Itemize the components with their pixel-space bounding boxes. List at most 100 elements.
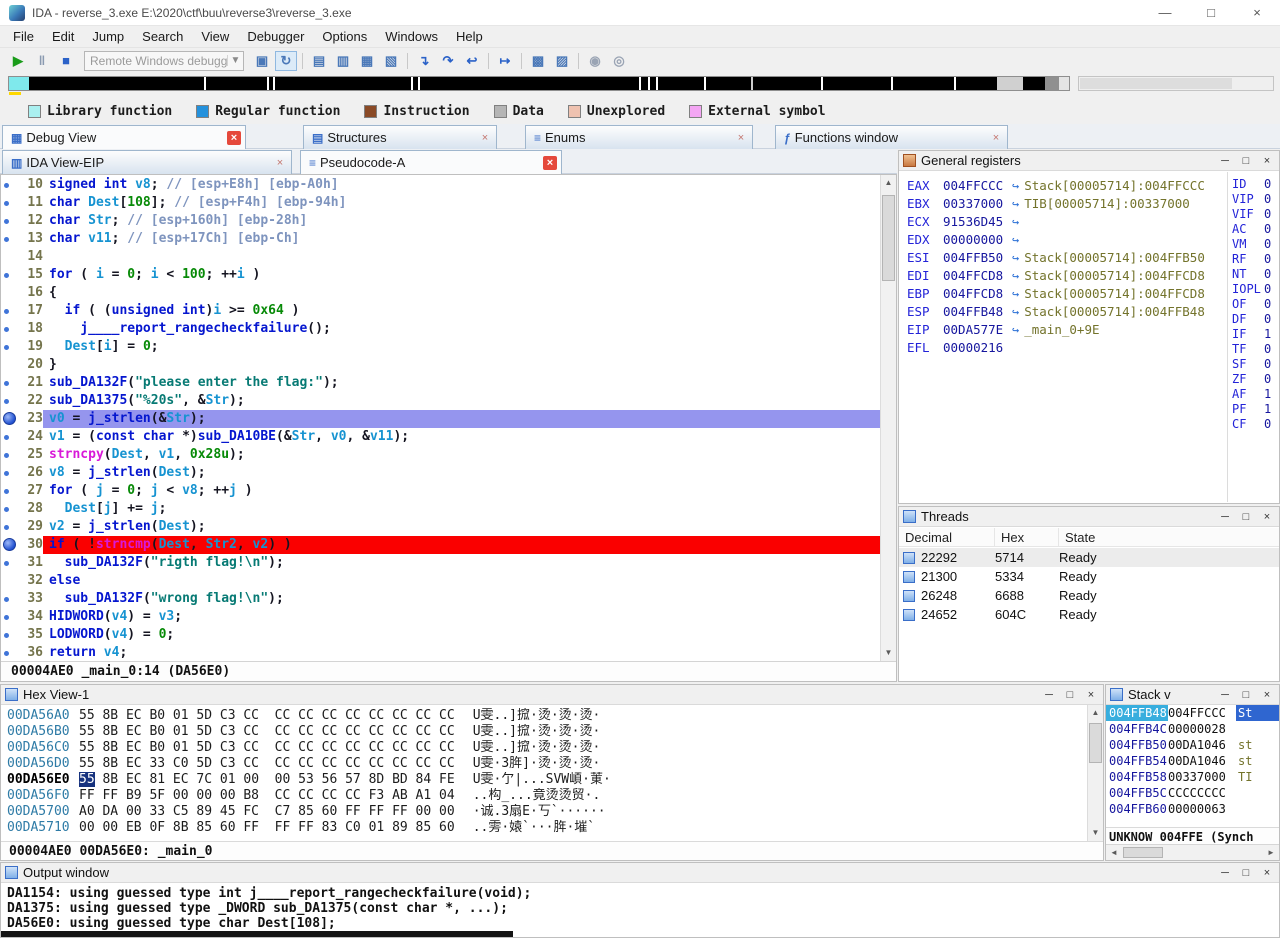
- output-minimize-button[interactable]: ─: [1217, 867, 1233, 879]
- flag-value[interactable]: 0: [1264, 312, 1271, 326]
- pseudocode-line[interactable]: 26 v8 = j_strlen(Dest);: [1, 464, 880, 482]
- hex-row[interactable]: 00DA56A0 55 8B EC B0 01 5D C3 CC CC CC CC…: [1, 708, 1087, 724]
- menu-item-help[interactable]: Help: [447, 27, 492, 46]
- hex-bytes[interactable]: A0 DA 00 33 C5 89 45 FC C7 85 60 FF FF F…: [79, 804, 455, 820]
- flag-value[interactable]: 0: [1264, 207, 1271, 221]
- close-tab-icon[interactable]: ×: [478, 131, 492, 145]
- hexview-close-button[interactable]: ×: [1083, 689, 1099, 701]
- pseudocode-line[interactable]: 36 return v4;: [1, 644, 880, 662]
- run-until-return-icon[interactable]: ↩: [461, 51, 483, 71]
- scroll-down-icon[interactable]: ▼: [1088, 825, 1103, 841]
- stack-close-button[interactable]: ×: [1259, 689, 1275, 701]
- pseudocode-line[interactable]: 14: [1, 248, 880, 266]
- flag-row[interactable]: SF 0: [1228, 357, 1279, 372]
- pseudocode-line[interactable]: 20}: [1, 356, 880, 374]
- navigation-band[interactable]: [8, 76, 1070, 91]
- jump-arrow-icon[interactable]: ↪: [1012, 305, 1019, 319]
- stack-row[interactable]: 004FFB48 004FFCCC St: [1106, 705, 1279, 721]
- stack-address[interactable]: 004FFB54: [1106, 753, 1168, 769]
- register-value[interactable]: 004FFCD8: [943, 285, 1007, 303]
- chevron-down-icon[interactable]: ▼: [227, 55, 243, 66]
- flag-row[interactable]: IF 1: [1228, 327, 1279, 342]
- register-row[interactable]: ECX 91536D45 ↪: [899, 213, 1227, 231]
- flag-value[interactable]: 0: [1264, 417, 1271, 431]
- register-row[interactable]: EAX 004FFCCC ↪ Stack[00005714]:004FFCCC: [899, 177, 1227, 195]
- flag-row[interactable]: IOPL 0: [1228, 282, 1279, 297]
- menu-item-debugger[interactable]: Debugger: [238, 27, 313, 46]
- hexview-minimize-button[interactable]: ─: [1041, 689, 1057, 701]
- scroll-thumb[interactable]: [1089, 723, 1102, 763]
- register-row[interactable]: ESI 004FFB50 ↪ Stack[00005714]:004FFB50: [899, 249, 1227, 267]
- continue-process-icon[interactable]: ▶: [7, 51, 29, 71]
- stack-row[interactable]: 004FFB60 00000063: [1106, 801, 1279, 817]
- register-row[interactable]: EDX 00000000 ↪: [899, 231, 1227, 249]
- breakpoint-marker[interactable]: [1, 410, 19, 428]
- minimize-button[interactable]: —: [1142, 0, 1188, 25]
- thread-row[interactable]: 21300 5334 Ready: [899, 567, 1279, 586]
- stack-address[interactable]: 004FFB60: [1106, 801, 1168, 817]
- breakpoint-icon[interactable]: [3, 412, 16, 425]
- stack-address[interactable]: 004FFB58: [1106, 769, 1168, 785]
- flag-value[interactable]: 0: [1264, 237, 1271, 251]
- close-tab-icon[interactable]: ×: [273, 156, 287, 170]
- watch-list-icon[interactable]: ▥: [332, 51, 354, 71]
- pseudocode-line[interactable]: 22 sub_DA1375("%20s", &Str);: [1, 392, 880, 410]
- stack-address[interactable]: 004FFB50: [1106, 737, 1168, 753]
- stack-row[interactable]: 004FFB50 00DA1046 st: [1106, 737, 1279, 753]
- flag-value[interactable]: 0: [1264, 357, 1271, 371]
- close-button[interactable]: ×: [1234, 0, 1280, 25]
- hexview-float-button[interactable]: □: [1062, 689, 1078, 701]
- flag-row[interactable]: RF 0: [1228, 252, 1279, 267]
- threads-column-decimal[interactable]: Decimal: [899, 528, 995, 546]
- pseudocode-line[interactable]: 34 HIDWORD(v4) = v3;: [1, 608, 880, 626]
- register-row[interactable]: EIP 00DA577E ↪ _main_0+9E: [899, 321, 1227, 339]
- thread-row[interactable]: 22292 5714 Ready: [899, 548, 1279, 567]
- register-row[interactable]: EBX 00337000 ↪ TIB[00005714]:00337000: [899, 195, 1227, 213]
- hex-bytes[interactable]: FF FF B9 5F 00 00 00 B8 CC CC CC CC F3 A…: [79, 788, 455, 804]
- menu-item-jump[interactable]: Jump: [83, 27, 133, 46]
- pseudocode-line[interactable]: 23 v0 = j_strlen(&Str);: [1, 410, 880, 428]
- flag-row[interactable]: DF 0: [1228, 312, 1279, 327]
- stack-row[interactable]: 004FFB4C 00000028: [1106, 721, 1279, 737]
- hex-bytes[interactable]: 55 8B EC B0 01 5D C3 CC CC CC CC CC CC C…: [79, 740, 455, 756]
- menu-item-windows[interactable]: Windows: [376, 27, 447, 46]
- stack-float-button[interactable]: □: [1238, 689, 1254, 701]
- menu-item-options[interactable]: Options: [313, 27, 376, 46]
- pseudocode-line[interactable]: 17 if ( (unsigned int)i >= 0x64 ): [1, 302, 880, 320]
- hex-bytes[interactable]: 55 8B EC 33 C0 5D C3 CC CC CC CC CC CC C…: [79, 756, 455, 772]
- flag-row[interactable]: CF 0: [1228, 417, 1279, 432]
- pseudocode-line[interactable]: 13 char v11; // [esp+17Ch] [ebp-Ch]: [1, 230, 880, 248]
- registers-window-icon[interactable]: ▨: [551, 51, 573, 71]
- thread-row[interactable]: 26248 6688 Ready: [899, 586, 1279, 605]
- flag-value[interactable]: 0: [1264, 177, 1271, 191]
- thread-list-icon[interactable]: ▦: [356, 51, 378, 71]
- tab-functions-window[interactable]: ƒ Functions window ×: [775, 125, 1008, 149]
- register-value[interactable]: 00000216: [943, 339, 1007, 357]
- flag-value[interactable]: 0: [1264, 222, 1271, 236]
- step-over-icon[interactable]: ↷: [437, 51, 459, 71]
- flag-value[interactable]: 0: [1264, 252, 1271, 266]
- jump-arrow-icon[interactable]: ↪: [1012, 323, 1019, 337]
- pause-process-icon[interactable]: ‖: [31, 51, 53, 71]
- close-tab-icon[interactable]: ×: [989, 131, 1003, 145]
- flag-value[interactable]: 1: [1264, 327, 1271, 341]
- pseudocode-line[interactable]: 30 if ( !strncmp(Dest, Str2, v2) ): [1, 536, 880, 554]
- threads-close-button[interactable]: ×: [1259, 511, 1275, 523]
- register-row[interactable]: EDI 004FFCD8 ↪ Stack[00005714]:004FFCD8: [899, 267, 1227, 285]
- pseudocode-line[interactable]: 19 Dest[i] = 0;: [1, 338, 880, 356]
- trace-into-icon[interactable]: ◎: [608, 51, 630, 71]
- close-tab-icon[interactable]: ×: [227, 130, 241, 145]
- stack-address[interactable]: 004FFB5C: [1106, 785, 1168, 801]
- pseudocode-line[interactable]: 35 LODWORD(v4) = 0;: [1, 626, 880, 644]
- menu-item-edit[interactable]: Edit: [43, 27, 83, 46]
- pseudocode-line[interactable]: 16 {: [1, 284, 880, 302]
- threads-column-state[interactable]: State: [1059, 528, 1279, 546]
- pseudocode-line[interactable]: 32 else: [1, 572, 880, 590]
- close-tab-icon[interactable]: ×: [543, 155, 557, 170]
- menu-item-search[interactable]: Search: [133, 27, 192, 46]
- pseudocode-line[interactable]: 15 for ( i = 0; i < 100; ++i ): [1, 266, 880, 284]
- register-value[interactable]: 00337000: [943, 195, 1007, 213]
- flag-value[interactable]: 0: [1264, 282, 1271, 296]
- pseudocode-line[interactable]: 12 char Str; // [esp+160h] [ebp-28h]: [1, 212, 880, 230]
- breakpoint-list-icon[interactable]: ▤: [308, 51, 330, 71]
